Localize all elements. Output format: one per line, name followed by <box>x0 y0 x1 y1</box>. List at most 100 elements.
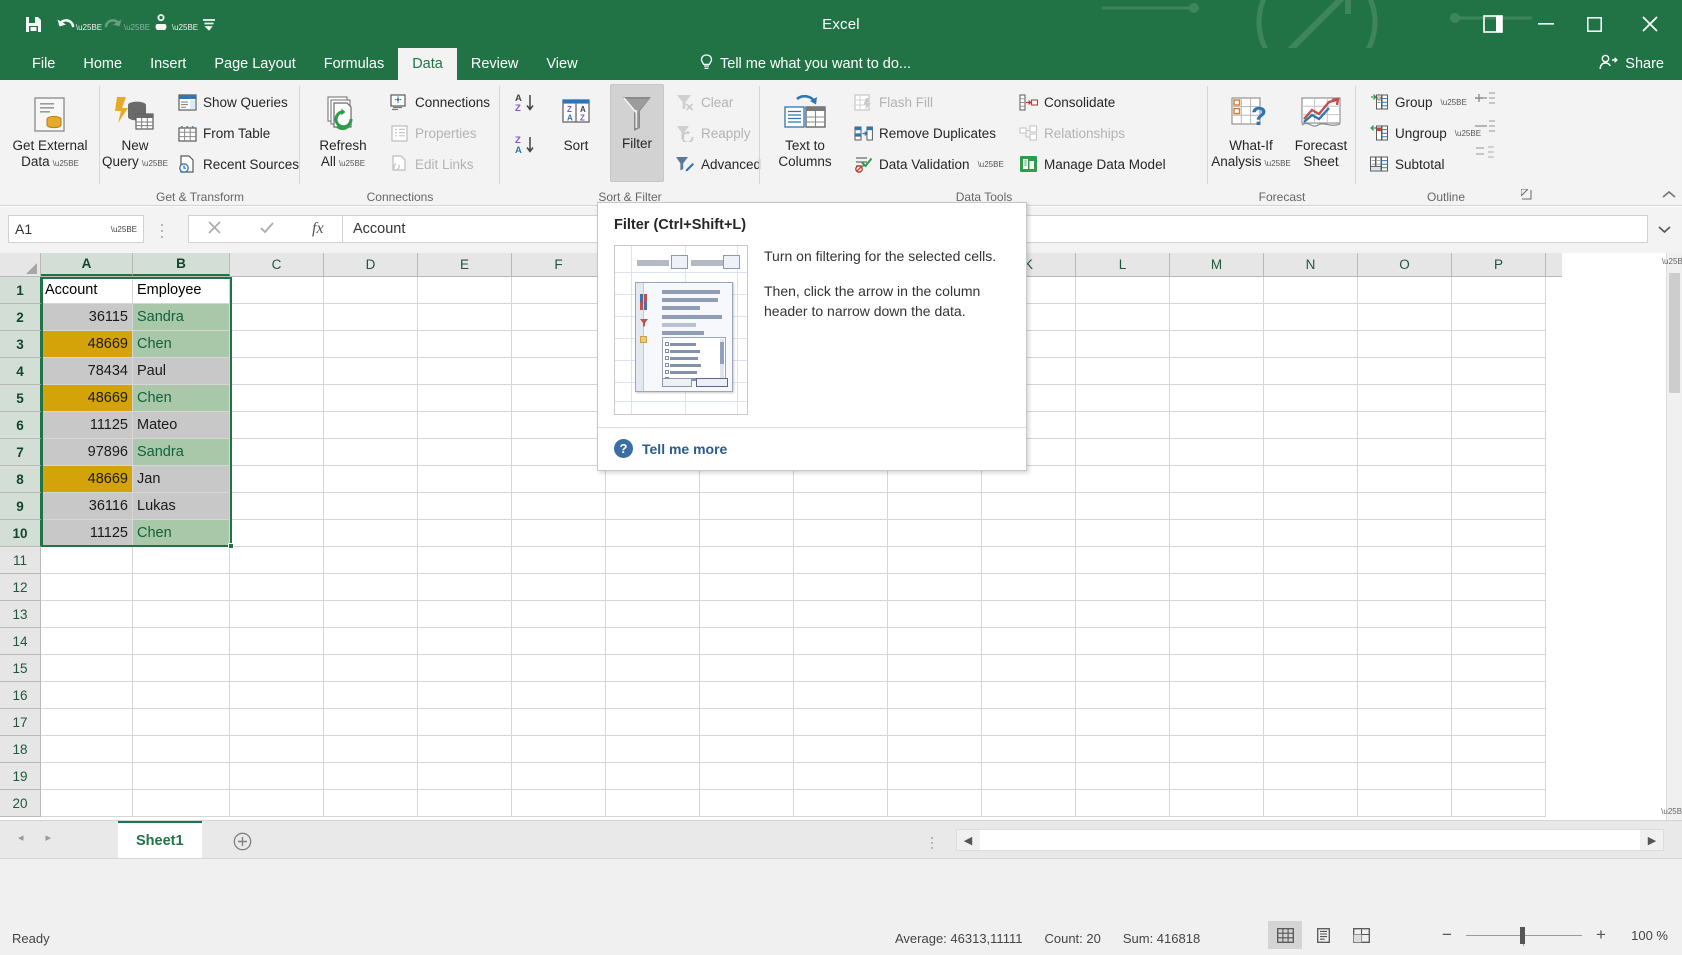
cell-J20[interactable] <box>888 790 982 817</box>
row-header-6[interactable]: 6 <box>0 412 42 439</box>
sort-ascending-button[interactable]: AZ <box>510 90 544 118</box>
cell-O10[interactable] <box>1358 520 1452 547</box>
scroll-up-icon[interactable]: \u25B2 <box>1667 253 1682 270</box>
cell-I20[interactable] <box>794 790 888 817</box>
expand-formula-bar-icon[interactable] <box>1652 215 1676 243</box>
cell-M7[interactable] <box>1170 439 1264 466</box>
cell-O9[interactable] <box>1358 493 1452 520</box>
cell-K9[interactable] <box>982 493 1076 520</box>
cell-G12[interactable] <box>606 574 700 601</box>
relationships-button[interactable]: Relationships <box>1013 119 1129 147</box>
cell-J14[interactable] <box>888 628 982 655</box>
cell-N5[interactable] <box>1264 385 1358 412</box>
cell-C10[interactable] <box>230 520 324 547</box>
cell-B19[interactable] <box>133 763 230 790</box>
cell-B12[interactable] <box>133 574 230 601</box>
cell-F1[interactable] <box>512 277 606 304</box>
cell-B8[interactable]: Jan <box>133 466 230 493</box>
tab-insert[interactable]: Insert <box>136 48 200 80</box>
cell-I11[interactable] <box>794 547 888 574</box>
column-header-B[interactable]: B <box>133 253 230 276</box>
page-layout-view-icon[interactable] <box>1306 921 1340 949</box>
cell-B6[interactable]: Mateo <box>133 412 230 439</box>
cell-E6[interactable] <box>418 412 512 439</box>
cell-P2[interactable] <box>1452 304 1546 331</box>
cell-M10[interactable] <box>1170 520 1264 547</box>
ribbon-display-options-icon[interactable] <box>1464 0 1522 48</box>
cell-L12[interactable] <box>1076 574 1170 601</box>
cell-F5[interactable] <box>512 385 606 412</box>
cell-M4[interactable] <box>1170 358 1264 385</box>
cell-H12[interactable] <box>700 574 794 601</box>
row-header-18[interactable]: 18 <box>0 736 40 763</box>
cell-E17[interactable] <box>418 709 512 736</box>
cell-H10[interactable] <box>700 520 794 547</box>
cell-E2[interactable] <box>418 304 512 331</box>
horizontal-scrollbar[interactable]: ◀ ▶ <box>956 829 1664 851</box>
cell-F15[interactable] <box>512 655 606 682</box>
cell-H13[interactable] <box>700 601 794 628</box>
cell-I18[interactable] <box>794 736 888 763</box>
cell-A10[interactable]: 11125 <box>41 520 133 547</box>
sort-descending-button[interactable]: ZA <box>510 132 544 160</box>
cell-M20[interactable] <box>1170 790 1264 817</box>
scroll-down-icon[interactable]: \u25BC <box>1667 803 1682 820</box>
cell-P7[interactable] <box>1452 439 1546 466</box>
cell-N15[interactable] <box>1264 655 1358 682</box>
cell-A6[interactable]: 11125 <box>41 412 133 439</box>
row-header-9[interactable]: 9 <box>0 493 42 520</box>
cell-O12[interactable] <box>1358 574 1452 601</box>
cell-D6[interactable] <box>324 412 418 439</box>
cell-E13[interactable] <box>418 601 512 628</box>
cell-E10[interactable] <box>418 520 512 547</box>
cell-F10[interactable] <box>512 520 606 547</box>
cell-B10[interactable]: Chen <box>133 520 230 547</box>
confirm-icon[interactable] <box>259 220 275 239</box>
cell-P10[interactable] <box>1452 520 1546 547</box>
cell-I16[interactable] <box>794 682 888 709</box>
cell-B14[interactable] <box>133 628 230 655</box>
cell-O20[interactable] <box>1358 790 1452 817</box>
cell-H14[interactable] <box>700 628 794 655</box>
cell-L9[interactable] <box>1076 493 1170 520</box>
cell-B13[interactable] <box>133 601 230 628</box>
select-all-corner[interactable] <box>0 253 41 277</box>
connections-button[interactable]: Connections <box>384 88 494 116</box>
cell-F16[interactable] <box>512 682 606 709</box>
cell-P15[interactable] <box>1452 655 1546 682</box>
cell-L3[interactable] <box>1076 331 1170 358</box>
cell-F9[interactable] <box>512 493 606 520</box>
advanced-filter-button[interactable]: Advanced <box>670 150 765 178</box>
cell-L7[interactable] <box>1076 439 1170 466</box>
cell-O3[interactable] <box>1358 331 1452 358</box>
cell-P5[interactable] <box>1452 385 1546 412</box>
consolidate-button[interactable]: Consolidate <box>1013 88 1119 116</box>
cell-M8[interactable] <box>1170 466 1264 493</box>
clear-filter-button[interactable]: Clear <box>670 88 737 116</box>
cell-J11[interactable] <box>888 547 982 574</box>
sort-dialog-button[interactable]: ZAAZ Sort <box>548 86 604 155</box>
zoom-slider-thumb[interactable] <box>1520 927 1525 944</box>
cell-A1[interactable]: Account <box>41 277 133 304</box>
cell-K17[interactable] <box>982 709 1076 736</box>
ungroup-button[interactable]: Ungroup \u25BE <box>1364 119 1485 147</box>
normal-view-icon[interactable] <box>1268 921 1302 949</box>
cell-P4[interactable] <box>1452 358 1546 385</box>
cell-H17[interactable] <box>700 709 794 736</box>
cell-B20[interactable] <box>133 790 230 817</box>
column-header-O[interactable]: O <box>1358 253 1452 276</box>
column-header-F[interactable]: F <box>512 253 606 276</box>
cell-O2[interactable] <box>1358 304 1452 331</box>
cell-P11[interactable] <box>1452 547 1546 574</box>
cell-M11[interactable] <box>1170 547 1264 574</box>
cell-E4[interactable] <box>418 358 512 385</box>
cell-P8[interactable] <box>1452 466 1546 493</box>
cell-O19[interactable] <box>1358 763 1452 790</box>
cell-A18[interactable] <box>41 736 133 763</box>
cell-H15[interactable] <box>700 655 794 682</box>
cell-N16[interactable] <box>1264 682 1358 709</box>
cell-B11[interactable] <box>133 547 230 574</box>
maximize-button[interactable] <box>1570 0 1618 48</box>
group-button[interactable]: Group \u25BE <box>1364 88 1471 116</box>
tab-page-layout[interactable]: Page Layout <box>200 48 309 80</box>
